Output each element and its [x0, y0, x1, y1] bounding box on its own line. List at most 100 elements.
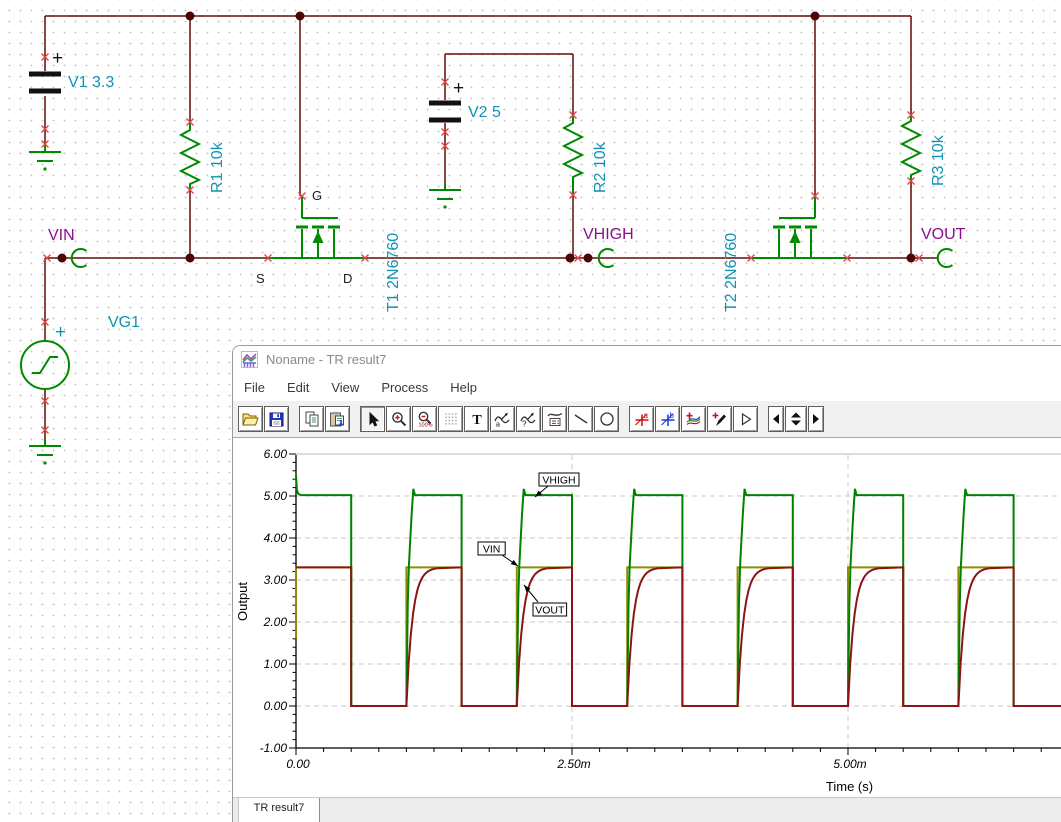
- y-tick-label: -1.00: [260, 741, 288, 755]
- legend-tool-icon: [546, 412, 562, 426]
- plot-area[interactable]: 6.00 5.00 4.00 3.00 2.00 1.00 0.00 -1.00 0.00 2.5…: [233, 438, 1061, 800]
- screen: + + + V1 3.3 V2 5 VG1 R1 10k R2 10k R3 1…: [0, 0, 1061, 822]
- line-tool-icon: [574, 414, 587, 424]
- label-curve-q-icon: ?: [520, 412, 536, 428]
- y-tick-label: 2.00: [263, 615, 288, 629]
- text-tool-button[interactable]: T: [464, 406, 489, 432]
- next-page-button[interactable]: [808, 406, 824, 432]
- cursor-a-icon: a: [635, 411, 649, 426]
- marker-tool-button[interactable]: [733, 406, 758, 432]
- vg1-plus-sign: +: [55, 322, 66, 343]
- svg-text:T: T: [472, 413, 482, 427]
- y-tick-label: 0.00: [264, 699, 288, 713]
- prev-page-button[interactable]: [768, 406, 784, 432]
- v1-plus-sign: +: [52, 48, 63, 69]
- cursor-arrow-icon: [369, 411, 379, 427]
- grid-toggle-button[interactable]: [438, 406, 463, 432]
- label-curve-q-button[interactable]: ?: [516, 406, 541, 432]
- curve-VOUT[interactable]: [296, 566, 1061, 707]
- svg-text:?: ?: [522, 420, 527, 428]
- left-arrow-icon: [773, 414, 779, 424]
- battery-v1-plates: [29, 71, 61, 94]
- ground-v1: [29, 145, 61, 171]
- legend-tool-button[interactable]: [542, 406, 567, 432]
- pick-curve-button[interactable]: [707, 406, 732, 432]
- label-curve-a-icon: a: [494, 412, 510, 428]
- svg-text:a: a: [496, 422, 500, 428]
- resistor-r2: [561, 115, 585, 195]
- mosfet-t2[interactable]: [751, 196, 847, 259]
- zoom-in-icon: [391, 412, 406, 427]
- label-curve-a-button[interactable]: a: [490, 406, 515, 432]
- menu-file[interactable]: File: [233, 380, 276, 395]
- r2-label: R2 10k: [592, 141, 609, 193]
- menu-edit[interactable]: Edit: [276, 380, 320, 395]
- t1-label: T1 2N6760: [385, 233, 402, 312]
- r1-label: R1 10k: [209, 141, 226, 193]
- svg-text:100%: 100%: [418, 423, 432, 428]
- grid-icon: [444, 413, 457, 425]
- open-folder-icon: [242, 413, 259, 425]
- y-tick-label: 1.00: [264, 657, 288, 671]
- svg-text:b: b: [670, 411, 675, 420]
- add-curves-icon: [686, 412, 701, 425]
- circle-tool-icon: [599, 412, 614, 426]
- paste-button[interactable]: [325, 406, 350, 432]
- floppy-disk-icon: [269, 412, 284, 426]
- tab-tr-result7[interactable]: TR result7: [238, 798, 320, 822]
- menu-help[interactable]: Help: [439, 380, 488, 395]
- annotation-VOUT[interactable]: VOUT: [523, 584, 568, 617]
- page-spinner[interactable]: [785, 406, 807, 432]
- open-button[interactable]: [238, 406, 263, 432]
- cursor-b-button[interactable]: b: [655, 406, 680, 432]
- plot-window: Noname - TR result7 File Edit View Proce…: [232, 345, 1061, 822]
- text-tool-icon: T: [472, 413, 482, 427]
- up-down-spinner-icon: [791, 412, 801, 426]
- r3-label: R3 10k: [930, 134, 947, 186]
- right-arrow-icon: [813, 414, 819, 424]
- y-tick-label: 6.00: [264, 447, 288, 461]
- cursor-tool-button[interactable]: [360, 406, 385, 432]
- chart: 6.00 5.00 4.00 3.00 2.00 1.00 0.00 -1.00 0.00 2.5…: [235, 447, 1061, 794]
- circle-tool-button[interactable]: [594, 406, 619, 432]
- window-title: Noname - TR result7: [266, 352, 387, 367]
- mosfet-t1[interactable]: [268, 196, 365, 259]
- vg1-label: VG1: [108, 314, 140, 331]
- x-axis-title: Time (s): [826, 779, 873, 794]
- cursor-b-icon: b: [661, 411, 675, 426]
- resistor-r3: [899, 115, 923, 181]
- pin-vout: [936, 248, 954, 268]
- x-tick-label: 0.00: [286, 757, 310, 771]
- curve-VHIGH[interactable]: [295, 474, 1061, 707]
- annotation-VIN[interactable]: VIN: [477, 541, 519, 567]
- y-tick-label: 3.00: [264, 573, 288, 587]
- x-tick-label: 5.00m: [833, 757, 866, 771]
- copy-button[interactable]: [299, 406, 324, 432]
- paste-icon: [330, 411, 344, 427]
- line-tool-button[interactable]: [568, 406, 593, 432]
- save-button[interactable]: [264, 406, 289, 432]
- menu-process[interactable]: Process: [370, 380, 439, 395]
- t2-label: T2 2N6760: [723, 233, 740, 312]
- result-tab-strip: TR result7: [233, 797, 1061, 822]
- zoom-in-button[interactable]: [386, 406, 411, 432]
- battery-v2-plates: [429, 100, 461, 123]
- zoom-100-button[interactable]: 100%: [412, 406, 437, 432]
- svg-text:VHIGH: VHIGH: [542, 475, 575, 487]
- vout-node-label: VOUT: [921, 226, 966, 243]
- t1-source-label: S: [256, 271, 265, 286]
- pen-plus-icon: [712, 412, 726, 426]
- title-bar[interactable]: Noname - TR result7: [233, 346, 1061, 373]
- x-tick-label: 2.50m: [556, 757, 590, 771]
- y-axis-title: Output: [235, 582, 250, 621]
- svg-text:a: a: [644, 411, 649, 420]
- vin-node-label: VIN: [48, 227, 75, 244]
- cursor-a-button[interactable]: a: [629, 406, 654, 432]
- t1-drain-label: D: [343, 271, 352, 286]
- y-tick-label: 4.00: [264, 531, 288, 545]
- voltage-generator-vg1[interactable]: [20, 340, 70, 390]
- ground-v2: [429, 184, 461, 209]
- add-curves-button[interactable]: [681, 406, 706, 432]
- menu-view[interactable]: View: [320, 380, 370, 395]
- v2-plus-sign: +: [453, 78, 464, 99]
